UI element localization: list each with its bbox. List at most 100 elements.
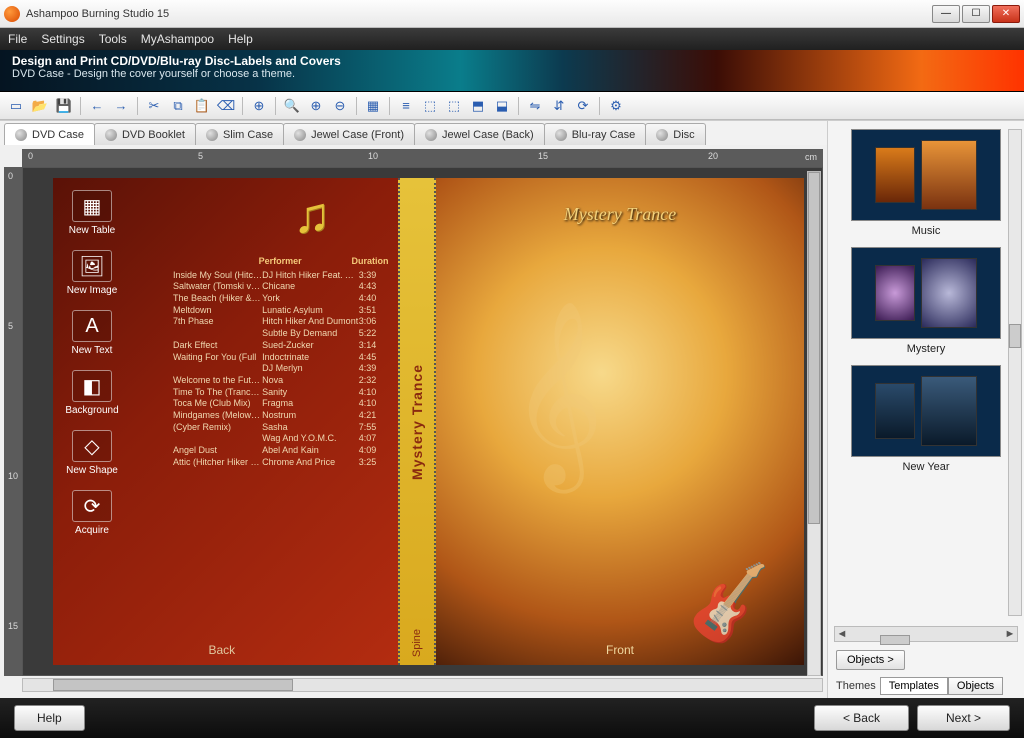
paste-icon[interactable]: 📋 <box>192 96 212 116</box>
bring-front-icon[interactable]: ⬒ <box>468 96 488 116</box>
palette-new-text[interactable]: ANew Text <box>57 306 127 360</box>
ruler-vertical: 051015 <box>4 167 22 676</box>
next-button[interactable]: Next > <box>917 705 1010 731</box>
track-cell: (Cyber Remix) <box>173 422 262 434</box>
ruler-unit: cm <box>805 152 817 162</box>
canvas-hscroll[interactable] <box>22 678 823 692</box>
help-button[interactable]: Help <box>14 705 85 731</box>
hscroll-thumb[interactable] <box>53 679 293 691</box>
group-icon[interactable]: ⬚ <box>420 96 440 116</box>
tab-dvd-case[interactable]: DVD Case <box>4 123 95 145</box>
track-cell: Saltwater (Tomski vs. Disco Citizen Remi… <box>173 281 262 293</box>
track-cell: 4:43 <box>359 281 389 293</box>
align-icon[interactable]: ≡ <box>396 96 416 116</box>
palette-background[interactable]: ◧Background <box>57 366 127 420</box>
cover-front[interactable]: 𝄞 🎸 Mystery Trance Front <box>436 178 804 665</box>
palette-new-shape[interactable]: ◇New Shape <box>57 426 127 480</box>
back-button[interactable]: < Back <box>814 705 909 731</box>
flip-h-icon[interactable]: ⇋ <box>525 96 545 116</box>
zoom-fit-icon[interactable]: 🔍 <box>282 96 302 116</box>
canvas-vscroll[interactable] <box>807 171 821 676</box>
panel-hscroll[interactable]: ◄ ► <box>834 626 1018 642</box>
panel-hscroll-thumb[interactable] <box>880 635 910 645</box>
objects-button[interactable]: Objects > <box>836 650 905 670</box>
palette-acquire[interactable]: ⟳Acquire <box>57 486 127 540</box>
tab-jewel-case-back-[interactable]: Jewel Case (Back) <box>414 123 545 145</box>
menu-help[interactable]: Help <box>228 32 253 46</box>
delete-icon[interactable]: ⌫ <box>216 96 236 116</box>
toolbar-separator <box>356 97 357 115</box>
case-tabs: DVD CaseDVD BookletSlim CaseJewel Case (… <box>0 121 827 145</box>
panel-tab-objects[interactable]: Objects <box>948 677 1003 695</box>
tab-slim-case[interactable]: Slim Case <box>195 123 284 145</box>
track-cell <box>173 363 262 375</box>
track-cell: Welcome to the Future (Extended) <box>173 375 262 387</box>
track-cell: Mindgames (Melow-D Remix) <box>173 410 262 422</box>
design-canvas[interactable]: ♫ Title Performer Duration Inside My Sou… <box>22 167 823 676</box>
palette-label: New Shape <box>66 465 118 476</box>
tab-blu-ray-case[interactable]: Blu-ray Case <box>544 123 647 145</box>
menu-file[interactable]: File <box>8 32 27 46</box>
track-row: Dark EffectSued-Zucker3:14 <box>173 340 388 352</box>
theme-music[interactable]: Music <box>851 129 1001 237</box>
ungroup-icon[interactable]: ⬚ <box>444 96 464 116</box>
undo-icon[interactable]: ← <box>87 96 107 116</box>
track-cell: Nostrum <box>262 410 359 422</box>
send-back-icon[interactable]: ⬓ <box>492 96 512 116</box>
panel-vscroll-thumb[interactable] <box>1009 324 1021 348</box>
col-performer: Performer <box>259 256 352 268</box>
theme-new-year[interactable]: New Year <box>851 365 1001 473</box>
new-file-icon[interactable]: ▭ <box>6 96 26 116</box>
target-icon[interactable]: ⊕ <box>249 96 269 116</box>
tab-label: Jewel Case (Back) <box>442 129 534 141</box>
disc-icon <box>206 129 218 141</box>
track-row: (Cyber Remix)Sasha7:55 <box>173 422 388 434</box>
palette-icon: ▦ <box>72 190 112 222</box>
track-row: Saltwater (Tomski vs. Disco Citizen Remi… <box>173 281 388 293</box>
tab-jewel-case-front-[interactable]: Jewel Case (Front) <box>283 123 415 145</box>
open-icon[interactable]: 📂 <box>30 96 50 116</box>
track-list[interactable]: Title Performer Duration Inside My Soul … <box>173 256 388 468</box>
maximize-button[interactable]: ☐ <box>962 5 990 23</box>
panel-tab-templates[interactable]: Templates <box>880 677 948 695</box>
redo-icon[interactable]: → <box>111 96 131 116</box>
canvas-area: cm 05101520 051015 ♫ Title Performer Dur… <box>0 145 827 698</box>
minimize-button[interactable]: — <box>932 5 960 23</box>
tab-dvd-booklet[interactable]: DVD Booklet <box>94 123 196 145</box>
palette-new-table[interactable]: ▦New Table <box>57 186 127 240</box>
toolbar-separator <box>389 97 390 115</box>
track-cell: 4:21 <box>359 410 389 422</box>
panel-vscroll[interactable] <box>1008 129 1022 616</box>
scroll-left-icon[interactable]: ◄ <box>835 628 849 640</box>
menu-settings[interactable]: Settings <box>41 32 84 46</box>
track-cell: 3:06 <box>359 316 389 328</box>
toolbar-separator <box>80 97 81 115</box>
menu-myashampoo[interactable]: MyAshampoo <box>141 32 214 46</box>
palette-icon: ⟳ <box>72 490 112 522</box>
ruler-tick: 15 <box>8 621 18 631</box>
cover-spine[interactable]: Mystery Trance Spine <box>398 178 436 665</box>
cut-icon[interactable]: ✂ <box>144 96 164 116</box>
tab-disc[interactable]: Disc <box>645 123 705 145</box>
scroll-right-icon[interactable]: ► <box>1003 628 1017 640</box>
flip-v-icon[interactable]: ⇵ <box>549 96 569 116</box>
theme-mystery[interactable]: Mystery <box>851 247 1001 355</box>
track-cell: 4:10 <box>359 398 389 410</box>
track-cell: Indoctrinate <box>262 352 359 364</box>
tool-palette: ▦New Table 🖼New Image ANew Text ◧Background… <box>57 186 127 540</box>
close-button[interactable]: ✕ <box>992 5 1020 23</box>
palette-new-image[interactable]: 🖼New Image <box>57 246 127 300</box>
grid-icon[interactable]: ▦ <box>363 96 383 116</box>
zoom-in-icon[interactable]: ⊕ <box>306 96 326 116</box>
copy-icon[interactable]: ⧉ <box>168 96 188 116</box>
theme-thumbnail <box>851 129 1001 221</box>
track-cell: Sued-Zucker <box>262 340 359 352</box>
menu-tools[interactable]: Tools <box>99 32 127 46</box>
vscroll-thumb[interactable] <box>808 172 820 524</box>
save-icon[interactable]: 💾 <box>54 96 74 116</box>
zoom-out-icon[interactable]: ⊖ <box>330 96 350 116</box>
spine-text: Mystery Trance <box>409 364 425 480</box>
rotate-icon[interactable]: ⟳ <box>573 96 593 116</box>
banner-title: Design and Print CD/DVD/Blu-ray Disc-Lab… <box>12 54 1012 68</box>
settings-icon[interactable]: ⚙ <box>606 96 626 116</box>
